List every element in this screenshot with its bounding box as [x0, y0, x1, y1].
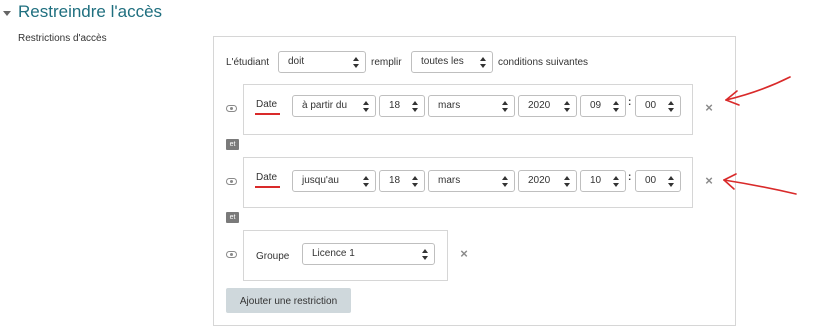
- annotation-arrow-icon: [723, 173, 797, 195]
- annotation-arrow-icon: [725, 76, 791, 106]
- annotation-arrows: [723, 76, 797, 195]
